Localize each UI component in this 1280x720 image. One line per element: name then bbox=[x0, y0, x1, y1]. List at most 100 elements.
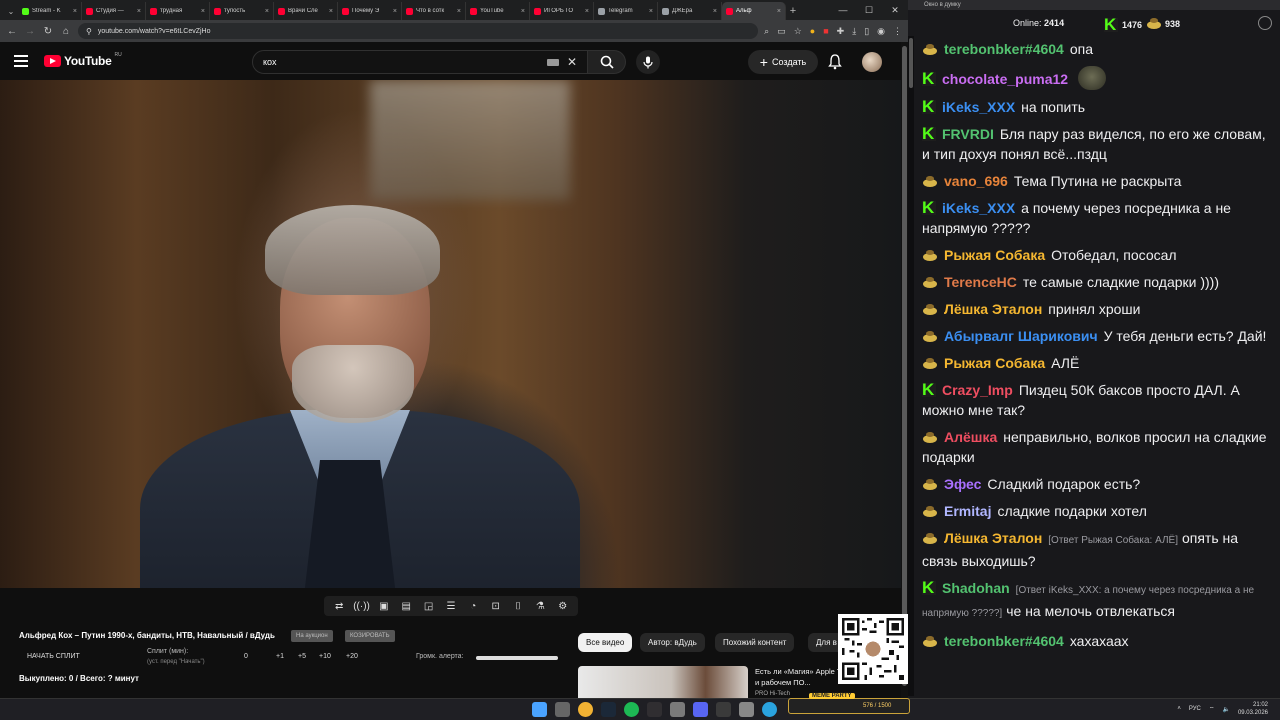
alert-volume-slider[interactable] bbox=[476, 656, 558, 660]
chat-username[interactable]: Ermitaj bbox=[944, 503, 991, 519]
site-info-icon[interactable]: ⚲ bbox=[86, 27, 92, 36]
notifications-bell-icon[interactable] bbox=[828, 54, 842, 70]
chat-username[interactable]: Shadohan bbox=[942, 580, 1010, 596]
recommended-video-thumbnail[interactable] bbox=[578, 666, 748, 698]
loop-icon[interactable]: ⇄ bbox=[332, 600, 346, 612]
taskbar-app2-icon[interactable] bbox=[693, 702, 708, 717]
chat-scrollbar[interactable] bbox=[908, 36, 914, 696]
browser-tab[interactable]: ДЖЕра × bbox=[658, 2, 722, 20]
screenshot-icon[interactable]: ▣ bbox=[377, 600, 391, 612]
chat-username[interactable]: vano_696 bbox=[944, 173, 1008, 189]
taskbar-app3-icon[interactable] bbox=[716, 702, 731, 717]
auction-chip[interactable]: На аукцион bbox=[291, 630, 333, 642]
extension-icon[interactable]: ■ bbox=[823, 26, 828, 36]
clock[interactable]: 21:02 09.03.2026 bbox=[1238, 701, 1268, 717]
forward-icon[interactable]: → bbox=[24, 26, 36, 37]
browser-tab[interactable]: трудная × bbox=[146, 2, 210, 20]
minimize-icon[interactable]: — bbox=[830, 0, 856, 20]
keyboard-icon[interactable] bbox=[546, 58, 559, 66]
chat-username[interactable]: Эфес bbox=[944, 476, 981, 492]
sidebar-icon[interactable]: ▯ bbox=[864, 26, 869, 37]
taskbar-app1-icon[interactable] bbox=[670, 702, 685, 717]
taskbar-windows-icon[interactable] bbox=[532, 702, 547, 717]
taskbar-steam-icon[interactable] bbox=[601, 702, 616, 717]
taskbar-search-icon[interactable] bbox=[555, 702, 570, 717]
profile-icon[interactable]: ◉ bbox=[877, 26, 885, 37]
tab-close-icon[interactable]: × bbox=[521, 8, 525, 15]
zoom-icon[interactable]: ⌕ bbox=[764, 26, 769, 37]
chat-username[interactable]: iKeks_XXX bbox=[942, 200, 1015, 216]
chat-username[interactable]: Лёшка Эталон bbox=[944, 301, 1042, 317]
camera-icon[interactable]: ⌷ bbox=[511, 600, 525, 612]
close-window-icon[interactable]: ✕ bbox=[882, 0, 908, 20]
search-input[interactable]: кох ✕ bbox=[252, 50, 588, 74]
browser-tab[interactable]: Stream - K × bbox=[18, 2, 82, 20]
volume-icon[interactable]: 🔈 bbox=[1222, 706, 1229, 713]
create-button[interactable]: + Создать bbox=[748, 50, 818, 74]
tab-close-icon[interactable]: × bbox=[713, 8, 717, 15]
bookmark-star-icon[interactable]: ☆ bbox=[794, 26, 802, 37]
tab-close-icon[interactable]: × bbox=[585, 8, 589, 15]
video-player[interactable] bbox=[0, 80, 908, 588]
browser-tab[interactable]: ИГОРЬ ГО × bbox=[530, 2, 594, 20]
audio-waves-icon[interactable]: ((·)) bbox=[353, 600, 370, 612]
tray-chevron-icon[interactable]: ˄ bbox=[1177, 706, 1181, 712]
home-icon[interactable]: ⌂ bbox=[60, 26, 72, 37]
chat-username[interactable]: terebonbker#4604 bbox=[944, 41, 1064, 57]
clear-search-icon[interactable]: ✕ bbox=[567, 55, 577, 69]
split-plus-5-button[interactable]: +5 bbox=[298, 653, 306, 660]
chat-username[interactable]: Crazy_Imp bbox=[942, 382, 1013, 398]
start-split-button[interactable]: НАЧАТЬ СПЛИТ bbox=[27, 653, 80, 660]
taskbar-spotify-icon[interactable] bbox=[624, 702, 639, 717]
tab-close-icon[interactable]: × bbox=[201, 8, 205, 15]
tab-search-icon[interactable]: ⌄ bbox=[4, 2, 18, 20]
chat-username[interactable]: terebonbker#4604 bbox=[944, 633, 1064, 649]
maximize-icon[interactable]: ☐ bbox=[856, 0, 882, 20]
tab-close-icon[interactable]: × bbox=[393, 8, 397, 15]
browser-menu-icon[interactable]: ⋮ bbox=[893, 26, 902, 37]
mini-player-icon[interactable]: ⊡ bbox=[489, 600, 503, 612]
filter-author[interactable]: Автор: вДудь bbox=[640, 633, 705, 652]
speed-gauge-icon[interactable]: ◔ bbox=[466, 600, 480, 612]
browser-tab[interactable]: Врачи Сле × bbox=[274, 2, 338, 20]
chat-username[interactable]: chocolate_puma12 bbox=[942, 71, 1068, 87]
url-field[interactable]: ⚲ youtube.com/watch?v=e6tLCevZjHo bbox=[78, 23, 759, 39]
cast-icon[interactable]: ▭ bbox=[777, 26, 786, 37]
youtube-logo[interactable]: YouTube RU bbox=[44, 52, 122, 68]
download-icon[interactable]: ⤓ bbox=[852, 26, 856, 37]
language-indicator[interactable]: РУС bbox=[1189, 706, 1201, 712]
taskbar-app4-icon[interactable] bbox=[739, 702, 754, 717]
page-scrollbar[interactable] bbox=[901, 42, 908, 698]
split-plus-1-button[interactable]: +1 bbox=[276, 653, 284, 660]
browser-tab[interactable]: тупость × bbox=[210, 2, 274, 20]
browser-tab[interactable]: Что в сотк × bbox=[402, 2, 466, 20]
chat-username[interactable]: Рыжая Собака bbox=[944, 247, 1045, 263]
tab-close-icon[interactable]: × bbox=[137, 8, 141, 15]
chat-username[interactable]: Рыжая Собака bbox=[944, 355, 1045, 371]
subtitles-icon[interactable]: ☰ bbox=[444, 600, 458, 612]
split-plus-10-button[interactable]: +10 bbox=[319, 653, 331, 660]
chat-username[interactable]: iKeks_XXX bbox=[942, 99, 1015, 115]
extension-icon[interactable]: ● bbox=[810, 26, 815, 36]
browser-tab[interactable]: Telegram × bbox=[594, 2, 658, 20]
new-tab-button[interactable]: + bbox=[786, 2, 800, 20]
account-avatar[interactable] bbox=[862, 52, 882, 72]
browser-tab[interactable]: YouTube × bbox=[466, 2, 530, 20]
search-button[interactable] bbox=[588, 50, 626, 74]
tab-close-icon[interactable]: × bbox=[265, 8, 269, 15]
taskbar-chrome-icon[interactable] bbox=[578, 702, 593, 717]
pip-icon[interactable]: ◲ bbox=[422, 600, 436, 612]
extensions-puzzle-icon[interactable]: ✚ bbox=[837, 26, 845, 37]
tab-close-icon[interactable]: × bbox=[649, 8, 653, 15]
film-icon[interactable]: ▤ bbox=[399, 600, 413, 612]
settings-gear-icon[interactable]: ⚙ bbox=[556, 600, 570, 612]
reload-icon[interactable]: ↻ bbox=[42, 26, 54, 37]
chat-username[interactable]: FRVRDI bbox=[942, 126, 994, 142]
taskbar-telegram-icon[interactable] bbox=[762, 702, 777, 717]
chat-username[interactable]: Абырвалг Шарикович bbox=[944, 328, 1098, 344]
chat-username[interactable]: Лёшка Эталон bbox=[944, 530, 1042, 546]
tab-close-icon[interactable]: × bbox=[777, 8, 781, 15]
hamburger-menu-icon[interactable] bbox=[14, 55, 28, 67]
tab-close-icon[interactable]: × bbox=[73, 8, 77, 15]
chat-username[interactable]: TerenceHC bbox=[944, 274, 1017, 290]
